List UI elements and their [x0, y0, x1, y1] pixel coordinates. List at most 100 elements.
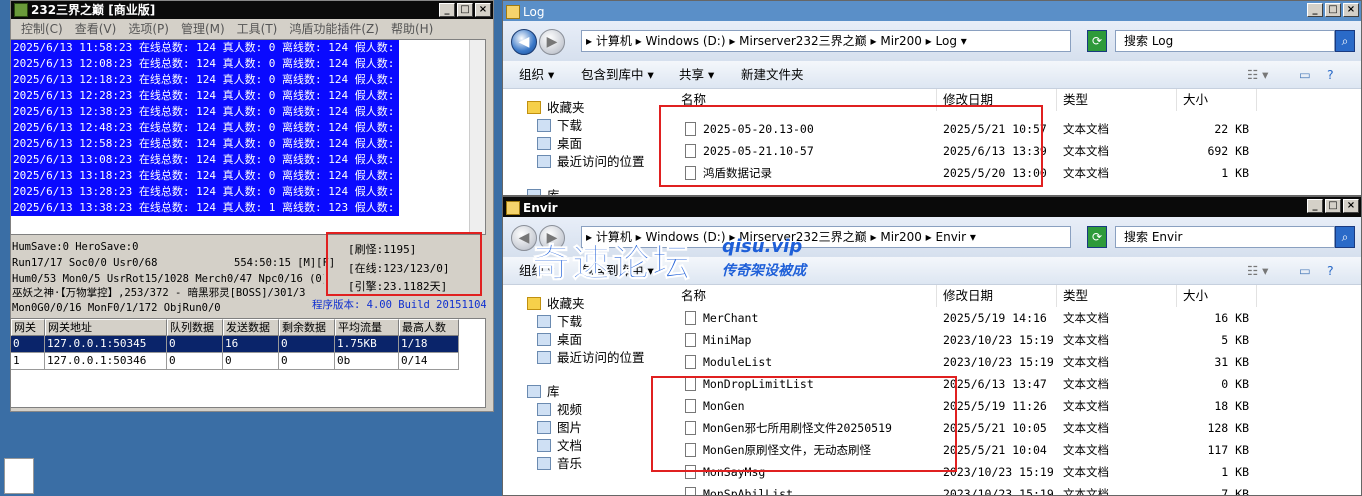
cell: 1/18 — [399, 336, 459, 353]
log-search-input[interactable]: 搜索 Log — [1115, 30, 1335, 52]
new-folder-button[interactable]: 新建文件夹 — [741, 61, 804, 89]
col-size[interactable]: 大小 — [1177, 89, 1257, 111]
close-button[interactable]: × — [475, 3, 491, 17]
refresh-button[interactable]: ⟳ — [1087, 226, 1107, 248]
search-icon[interactable]: ⌕ — [1335, 30, 1355, 52]
nav-label: 视频 — [557, 402, 583, 417]
nav-videos[interactable]: 视频 — [537, 401, 582, 419]
minimize-button[interactable]: _ — [1307, 3, 1323, 17]
preview-pane-icon[interactable]: ▭ — [1299, 257, 1311, 285]
refresh-button[interactable]: ⟳ — [1087, 30, 1107, 52]
desktop-icon[interactable] — [4, 458, 34, 494]
col-remain[interactable]: 剩余数据 — [279, 319, 335, 336]
col-date[interactable]: 修改日期 — [937, 285, 1057, 307]
cell: 0 — [167, 336, 223, 353]
log-titlebar[interactable]: Log _ □ × — [503, 1, 1361, 23]
log-scrollbar[interactable] — [469, 40, 485, 234]
menu-help[interactable]: 帮助(H) — [385, 20, 439, 38]
download-icon — [537, 119, 551, 132]
cell: 16 — [223, 336, 279, 353]
col-address[interactable]: 网关地址 — [45, 319, 167, 336]
menu-plugin[interactable]: 鸿盾功能插件(Z) — [283, 20, 385, 38]
menu-control[interactable]: 控制(C) — [15, 20, 69, 38]
file-size: 128 KB — [1207, 421, 1249, 435]
nav-favorites[interactable]: 收藏夹 — [527, 99, 585, 117]
nav-downloads[interactable]: 下载 — [537, 313, 582, 331]
server-titlebar[interactable]: 232三界之巅 [商业版] _ □ × — [11, 1, 493, 19]
nav-label: 收藏夹 — [547, 100, 585, 115]
help-icon[interactable]: ? — [1327, 257, 1334, 285]
file-name: MerChant — [703, 311, 759, 325]
col-traffic[interactable]: 平均流量 — [335, 319, 399, 336]
menu-tools[interactable]: 工具(T) — [231, 20, 284, 38]
nav-desktop[interactable]: 桌面 — [537, 135, 582, 153]
organize-button[interactable]: 组织 ▾ — [519, 61, 554, 89]
minimize-button[interactable]: _ — [1307, 199, 1323, 213]
nav-recent[interactable]: 最近访问的位置 — [537, 153, 645, 171]
file-row[interactable]: MiniMap 2023/10/23 15:19 文本文档 5 KB — [683, 329, 1283, 351]
menu-view[interactable]: 查看(V) — [69, 20, 123, 38]
nav-label: 库 — [547, 188, 560, 196]
nav-music[interactable]: 音乐 — [537, 455, 582, 473]
recent-icon — [537, 351, 551, 364]
maximize-button[interactable]: □ — [1325, 3, 1341, 17]
nav-documents[interactable]: 文档 — [537, 437, 582, 455]
server-log[interactable]: 2025/6/13 11:58:23 在线总数: 124 真人数: 0 离线数:… — [10, 39, 486, 235]
file-date: 2025/5/19 11:26 — [943, 399, 1047, 413]
col-sent[interactable]: 发送数据 — [223, 319, 279, 336]
col-type[interactable]: 类型 — [1057, 89, 1177, 111]
envir-search-input[interactable]: 搜索 Envir — [1115, 226, 1335, 248]
table-row[interactable]: 1 127.0.0.1:50346 0 0 0 0b 0/14 — [11, 353, 485, 370]
col-size[interactable]: 大小 — [1177, 285, 1257, 307]
nav-favorites[interactable]: 收藏夹 — [527, 295, 585, 313]
col-gateway[interactable]: 网关 — [11, 319, 45, 336]
include-library-button[interactable]: 包含到库中 ▾ — [581, 61, 654, 89]
log-line: 2025/6/13 11:58:23 在线总数: 124 真人数: 0 离线数:… — [11, 40, 408, 56]
gateway-table[interactable]: 网关 网关地址 队列数据 发送数据 剩余数据 平均流量 最高人数 0 127.0… — [10, 318, 486, 408]
close-button[interactable]: × — [1343, 199, 1359, 213]
share-button[interactable]: 共享 ▾ — [679, 61, 714, 89]
file-date: 2023/10/23 15:19 — [943, 333, 1054, 347]
log-nav-pane: 收藏夹 下载 桌面 最近访问的位置 库 — [503, 89, 663, 195]
nav-library[interactable]: 库 — [527, 187, 560, 196]
cell: 0 — [11, 336, 45, 353]
file-name: MiniMap — [703, 333, 752, 347]
view-icon[interactable]: ☷ ▾ — [1247, 61, 1268, 89]
file-type: 文本文档 — [1063, 465, 1109, 479]
maximize-button[interactable]: □ — [1325, 199, 1341, 213]
menu-manage[interactable]: 管理(M) — [175, 20, 231, 38]
envir-titlebar[interactable]: Envir _ □ × — [503, 197, 1361, 219]
back-button[interactable]: ◀ — [511, 29, 537, 55]
nav-library[interactable]: 库 — [527, 383, 560, 401]
file-type: 文本文档 — [1063, 421, 1109, 435]
col-max[interactable]: 最高人数 — [399, 319, 459, 336]
cell: 127.0.0.1:50345 — [45, 336, 167, 353]
nav-downloads[interactable]: 下载 — [537, 117, 582, 135]
file-row[interactable]: MonSpAbilList 2023/10/23 15:19 文本文档 7 KB — [683, 483, 1283, 495]
col-type[interactable]: 类型 — [1057, 285, 1177, 307]
text-file-icon — [685, 487, 696, 495]
table-row[interactable]: 0 127.0.0.1:50345 0 16 0 1.75KB 1/18 — [11, 336, 485, 353]
forward-button[interactable]: ▶ — [539, 29, 565, 55]
col-name[interactable]: 名称 — [675, 285, 937, 307]
help-icon[interactable]: ? — [1327, 61, 1334, 89]
watermark-slogan: 传奇架设被成 — [722, 263, 806, 279]
file-size: 31 KB — [1214, 355, 1249, 369]
file-row[interactable]: MerChant 2025/5/19 14:16 文本文档 16 KB — [683, 307, 1283, 329]
app-icon — [14, 3, 28, 17]
menu-options[interactable]: 选项(P) — [122, 20, 175, 38]
nav-recent[interactable]: 最近访问的位置 — [537, 349, 645, 367]
cell: 127.0.0.1:50346 — [45, 353, 167, 370]
log-path[interactable]: ▸ 计算机 ▸ Windows (D:) ▸ Mirserver232三界之巅 … — [581, 30, 1071, 52]
close-button[interactable]: × — [1343, 3, 1359, 17]
video-icon — [537, 403, 551, 416]
file-row[interactable]: ModuleList 2023/10/23 15:19 文本文档 31 KB — [683, 351, 1283, 373]
maximize-button[interactable]: □ — [457, 3, 473, 17]
preview-pane-icon[interactable]: ▭ — [1299, 61, 1311, 89]
col-queue[interactable]: 队列数据 — [167, 319, 223, 336]
search-icon[interactable]: ⌕ — [1335, 226, 1355, 248]
nav-pictures[interactable]: 图片 — [537, 419, 582, 437]
view-icon[interactable]: ☷ ▾ — [1247, 257, 1268, 285]
nav-desktop[interactable]: 桌面 — [537, 331, 582, 349]
minimize-button[interactable]: _ — [439, 3, 455, 17]
